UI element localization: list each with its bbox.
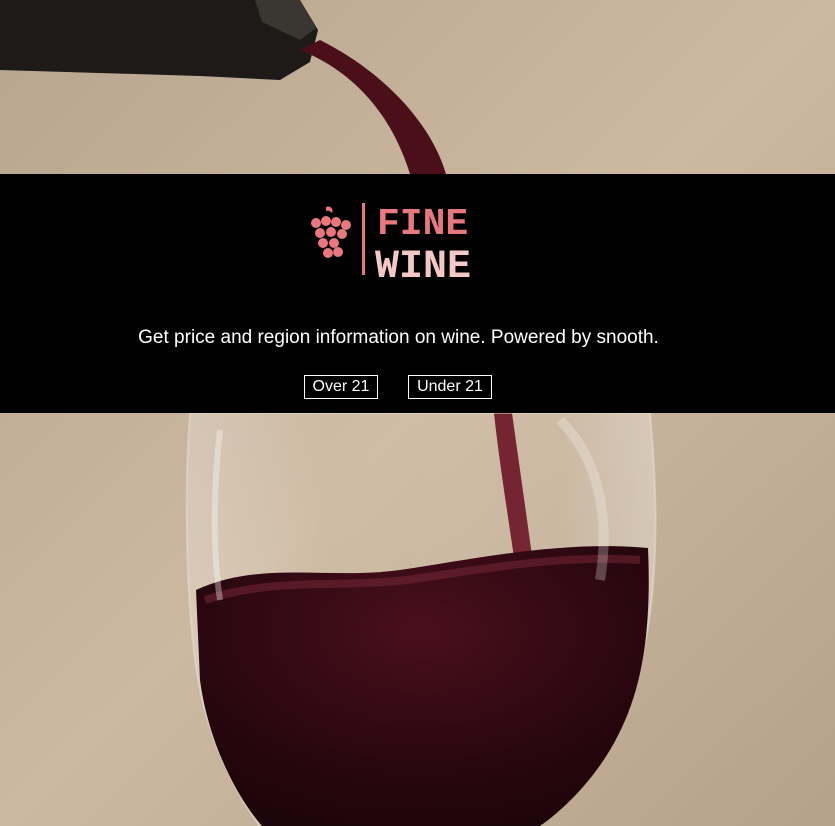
grapes-icon: FINE WINE (311, 203, 471, 285)
under-21-button[interactable]: Under 21 (408, 375, 492, 399)
logo-divider (362, 203, 365, 275)
logo-line-1: FINE (377, 203, 468, 246)
wine-pour-background-image (0, 0, 835, 826)
over-21-button[interactable]: Over 21 (304, 375, 378, 399)
fine-wine-logo: FINE WINE (306, 199, 496, 285)
tagline: Get price and region information on wine… (138, 327, 659, 348)
logo-line-2: WINE (375, 245, 471, 285)
